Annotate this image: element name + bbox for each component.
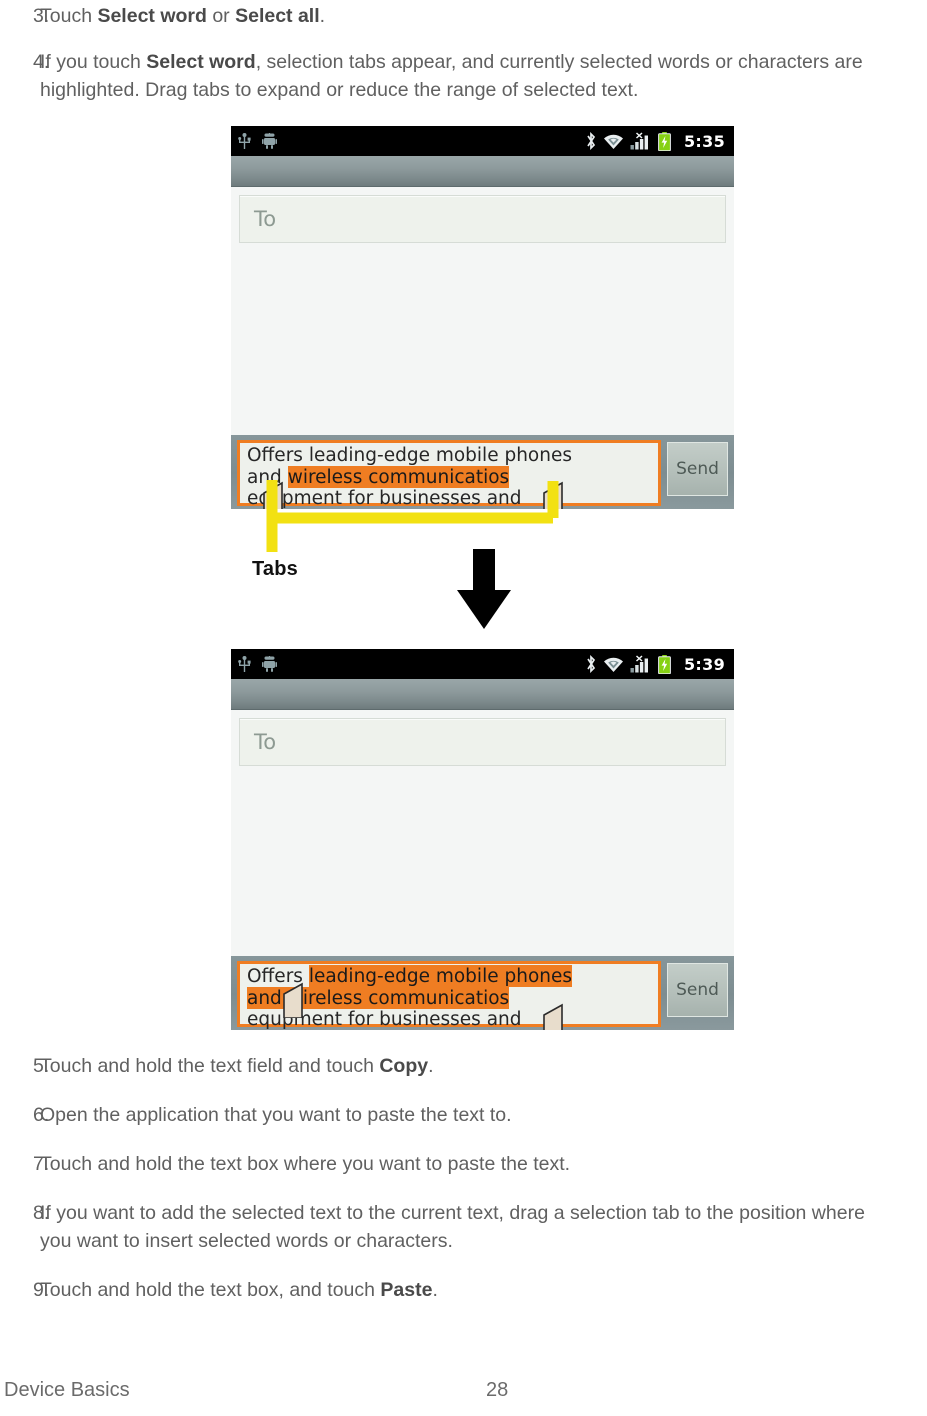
list-item-text: Touch and hold the text box where you wa… (40, 1153, 571, 1175)
android-robot-icon (262, 133, 277, 149)
list-item-text: Open the application that you want to pa… (40, 1104, 512, 1126)
android-robot-icon (262, 656, 277, 672)
wifi-icon (604, 657, 623, 672)
usb-icon (238, 132, 251, 149)
list-item-number: 7. (33, 1153, 50, 1175)
page-footer: Device Basics 28 (0, 1379, 927, 1402)
list-item-text: Touch and hold the text box, and touch P… (40, 1279, 438, 1301)
message-line: Offers leading-edge mobile phones (247, 965, 573, 987)
status-bar: 5:39 (231, 649, 734, 679)
list-item-text: Touch and hold the text field and touch … (40, 1055, 434, 1077)
bluetooth-icon (587, 655, 596, 673)
list-item-text: Touch Select word or Select all. (40, 5, 326, 27)
status-bar-right-icons: 5:39 (585, 654, 725, 674)
battery-charging-icon (658, 131, 671, 151)
tabs-callout-label: Tabs (252, 558, 298, 580)
send-button[interactable]: Send (667, 963, 728, 1017)
instruction-list-top: 3. Touch Select word or Select all. 4. I… (0, 2, 927, 104)
status-bar-left-icons (238, 655, 277, 673)
phone-screenshot-after: 5:39 To Offers leading-edge mobile phone… (231, 649, 734, 1030)
message-line: and wireless communicatios (247, 986, 510, 1009)
message-line: Offers leading-edge mobile phones (247, 445, 572, 466)
list-item: 7. Touch and hold the text box where you… (0, 1150, 927, 1178)
message-line: equpment for businesses and (247, 1009, 522, 1030)
status-bar-left-icons (238, 132, 277, 150)
message-compose-bar: Offers leading-edge mobile phones and wi… (231, 435, 734, 509)
list-item-number: 8. (33, 1202, 50, 1224)
list-item: 3. Touch Select word or Select all. (0, 2, 927, 30)
list-item-number: 3. (33, 5, 50, 27)
footer-section-title: Device Basics (4, 1379, 130, 1401)
bluetooth-icon (587, 132, 596, 150)
list-item: 9. Touch and hold the text box, and touc… (0, 1276, 927, 1304)
list-item: 5. Touch and hold the text field and tou… (0, 1052, 927, 1080)
battery-charging-icon (658, 654, 671, 674)
list-item-text: If you touch Select word, selection tabs… (40, 51, 863, 101)
message-compose-bar: Offers leading-edge mobile phones and wi… (231, 956, 734, 1030)
signal-bars-no-service-icon (630, 655, 648, 673)
list-item-number: 9. (33, 1279, 50, 1301)
message-line: equpment for businesses and (247, 488, 522, 509)
status-bar-right-icons: 5:35 (585, 131, 725, 151)
list-item: 6. Open the application that you want to… (0, 1101, 927, 1129)
app-title-bar (231, 156, 734, 187)
to-recipient-field[interactable]: To (239, 718, 726, 766)
list-item: 8. If you want to add the selected text … (0, 1199, 927, 1255)
message-input-box[interactable]: Offers leading-edge mobile phones and wi… (237, 440, 661, 509)
wifi-icon (604, 134, 623, 149)
app-title-bar (231, 679, 734, 710)
down-arrow-icon (457, 549, 511, 629)
list-item-number: 6. (33, 1104, 50, 1126)
compose-body: To (231, 710, 734, 956)
usb-icon (238, 655, 251, 672)
status-bar: 5:35 (231, 126, 734, 156)
status-bar-clock: 5:39 (684, 654, 725, 674)
list-item-number: 5. (33, 1055, 50, 1077)
message-line: and wireless communicatios (247, 465, 510, 488)
to-recipient-field[interactable]: To (239, 195, 726, 243)
list-item: 4. If you touch Select word, selection t… (0, 48, 927, 104)
send-button[interactable]: Send (667, 442, 728, 496)
signal-bars-no-service-icon (630, 132, 648, 150)
status-bar-clock: 5:35 (684, 131, 725, 151)
phone-screenshot-before: 5:35 To Offers leading-edge mobile phone… (231, 126, 734, 509)
footer-page-number: 28 (486, 1379, 509, 1401)
list-item-number: 4. (33, 51, 50, 73)
message-input-box[interactable]: Offers leading-edge mobile phones and wi… (237, 961, 661, 1030)
instruction-list-bottom: 5. Touch and hold the text field and tou… (0, 1052, 927, 1304)
list-item-text: If you want to add the selected text to … (40, 1202, 865, 1252)
compose-body: To (231, 187, 734, 435)
